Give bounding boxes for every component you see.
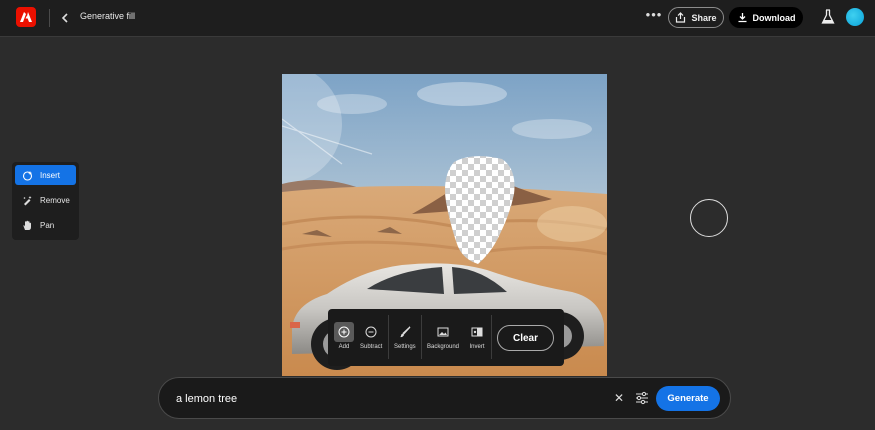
header-divider	[49, 9, 50, 27]
generate-button[interactable]: Generate	[656, 386, 720, 411]
invert-label: Invert	[469, 344, 485, 350]
brush-icon	[399, 326, 411, 338]
settings-button[interactable]: Settings	[394, 322, 416, 350]
insert-icon	[22, 170, 33, 181]
subtract-label: Subtract	[360, 344, 383, 350]
prompt-input[interactable]	[176, 389, 596, 409]
background-button[interactable]: Background	[427, 322, 459, 350]
clear-prompt-icon[interactable]: ✕	[612, 391, 626, 405]
download-button[interactable]: Download	[729, 7, 803, 28]
hand-icon	[23, 220, 31, 230]
tool-pan-label: Pan	[40, 220, 55, 230]
page-title: Generative fill	[80, 11, 136, 21]
adobe-logo-icon[interactable]	[16, 7, 36, 27]
tools-panel: Insert Remove Pan	[12, 162, 79, 240]
back-chevron-icon[interactable]	[58, 9, 74, 27]
tool-remove[interactable]: Remove	[15, 190, 76, 210]
add-label: Add	[338, 344, 350, 350]
toolbar-divider	[388, 315, 389, 359]
user-avatar[interactable]	[846, 8, 864, 26]
beta-flask-icon[interactable]	[821, 9, 835, 25]
subtract-circle-icon	[365, 326, 377, 338]
background-label: Background	[427, 344, 460, 350]
top-bar: Generative fill ••• Share Download	[0, 0, 875, 37]
add-button[interactable]: Add	[334, 322, 354, 350]
clear-button[interactable]: Clear	[497, 325, 554, 351]
more-options-button[interactable]: •••	[645, 8, 663, 24]
toolbar-divider	[491, 315, 492, 359]
share-label: Share	[691, 12, 717, 23]
share-icon	[676, 12, 686, 23]
download-label: Download	[752, 12, 796, 23]
tool-insert[interactable]: Insert	[15, 165, 76, 185]
sliders-settings-icon[interactable]	[634, 390, 650, 406]
subtract-button[interactable]: Subtract	[360, 322, 382, 350]
tool-pan[interactable]: Pan	[15, 215, 76, 235]
share-button[interactable]: Share	[668, 7, 724, 28]
download-icon	[738, 13, 746, 23]
toolbar-divider	[421, 315, 422, 359]
add-circle-icon	[338, 326, 350, 338]
brush-toolbar: Add Subtract Settings Background Invert …	[328, 309, 564, 366]
remove-icon	[23, 195, 32, 205]
invert-icon	[471, 327, 483, 337]
settings-label: Settings	[394, 344, 416, 350]
image-icon	[437, 327, 449, 337]
prompt-bar: ✕ Generate	[158, 377, 731, 419]
brush-cursor	[690, 199, 728, 237]
tool-insert-label: Insert	[40, 170, 61, 180]
tool-remove-label: Remove	[40, 195, 70, 205]
invert-button[interactable]: Invert	[467, 322, 487, 350]
